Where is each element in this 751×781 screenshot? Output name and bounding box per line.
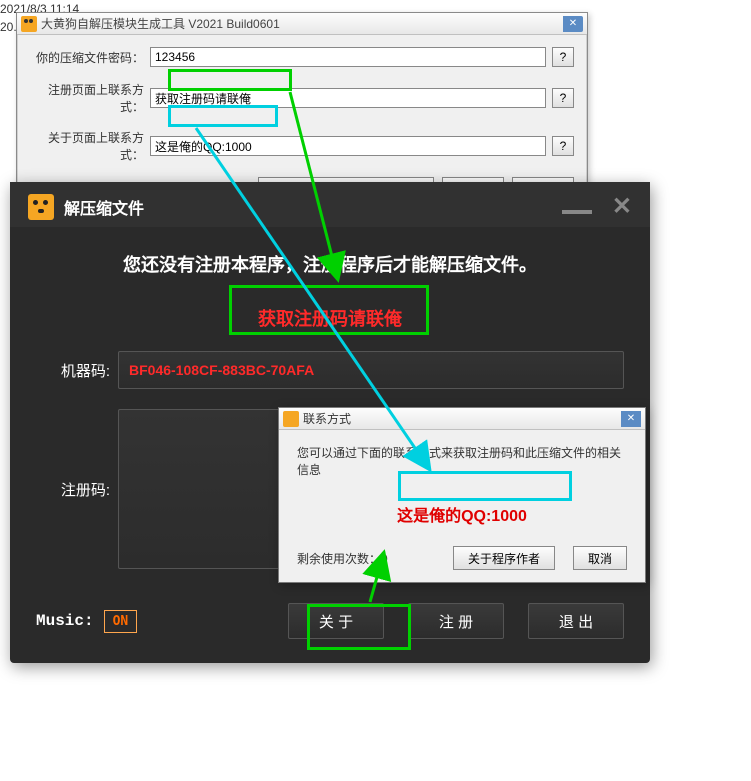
register-contact-label: 注册页面上联系方式： xyxy=(30,81,150,115)
bg-text2: 20. xyxy=(0,20,17,34)
register-contact-help-button[interactable]: ? xyxy=(552,88,574,108)
dog-icon xyxy=(283,411,299,427)
machine-code-label: 机器码: xyxy=(36,360,110,381)
generator-title: 大黄狗自解压模块生成工具 V2021 Build0601 xyxy=(41,15,563,32)
close-icon[interactable]: ✕ xyxy=(612,192,632,221)
dog-icon xyxy=(21,16,37,32)
contact-titlebar: 联系方式 ✕ xyxy=(279,408,645,430)
password-help-button[interactable]: ? xyxy=(552,47,574,67)
about-contact-label: 关于页面上联系方式： xyxy=(30,129,150,163)
close-icon[interactable]: ✕ xyxy=(563,16,583,32)
about-contact-help-button[interactable]: ? xyxy=(552,136,574,156)
close-icon[interactable]: ✕ xyxy=(621,411,641,427)
extract-message: 您还没有注册本程序，注册程序后才能解压缩文件。 xyxy=(10,251,650,277)
about-button[interactable]: 关 于 xyxy=(288,603,384,639)
contact-qq: 这是俺的QQ:1000 xyxy=(297,502,627,526)
password-label: 你的压缩文件密码： xyxy=(30,49,150,66)
machine-code-field[interactable]: BF046-108CF-883BC-70AFA xyxy=(118,351,624,389)
register-contact-display: 获取注册码请联俺 xyxy=(237,295,423,341)
dog-icon xyxy=(28,194,54,220)
about-author-button[interactable]: 关于程序作者 xyxy=(453,546,555,570)
extract-titlebar: 解压缩文件 ✕ xyxy=(10,182,650,227)
about-contact-input[interactable] xyxy=(150,136,546,156)
music-toggle[interactable]: ON xyxy=(104,610,138,633)
contact-message: 您可以通过下面的联系方式来获取注册码和此压缩文件的相关信息 xyxy=(297,444,627,478)
contact-title: 联系方式 xyxy=(303,410,621,427)
music-label: Music: xyxy=(36,612,94,630)
remaining-count: 剩余使用次数：0 xyxy=(297,550,435,567)
minimize-icon[interactable] xyxy=(562,210,592,214)
extract-title: 解压缩文件 xyxy=(64,195,562,219)
generator-titlebar: 大黄狗自解压模块生成工具 V2021 Build0601 ✕ xyxy=(17,13,587,35)
reg-code-label: 注册码: xyxy=(36,479,110,500)
password-input[interactable] xyxy=(150,47,546,67)
exit-button[interactable]: 退 出 xyxy=(528,603,624,639)
contact-dialog: 联系方式 ✕ 您可以通过下面的联系方式来获取注册码和此压缩文件的相关信息 这是俺… xyxy=(278,407,646,583)
cancel-button[interactable]: 取消 xyxy=(573,546,627,570)
contact-body: 您可以通过下面的联系方式来获取注册码和此压缩文件的相关信息 这是俺的QQ:100… xyxy=(279,430,645,582)
register-button[interactable]: 注 册 xyxy=(408,603,504,639)
register-contact-input[interactable] xyxy=(150,88,546,108)
